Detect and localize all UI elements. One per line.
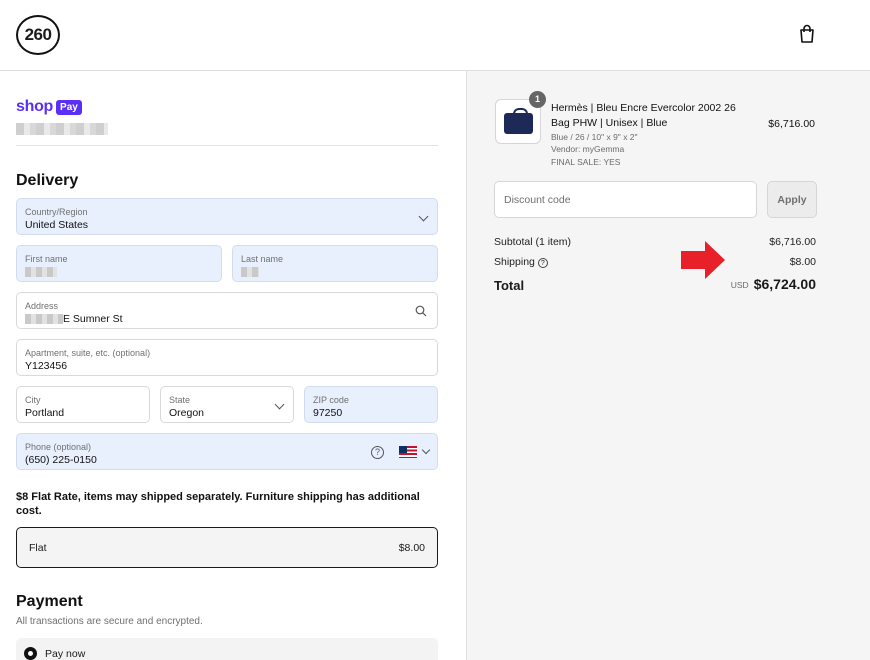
zip-label: ZIP code xyxy=(313,395,349,405)
state-label: State xyxy=(169,395,191,405)
apartment-label: Apartment, suite, etc. (optional) xyxy=(25,348,151,358)
shop-pay-pay-text: Pay xyxy=(56,99,82,115)
total-row: Total USD $6,724.00 xyxy=(494,276,816,295)
last-name-field[interactable]: Last name xyxy=(232,245,438,282)
first-name-value xyxy=(25,266,57,278)
subtotal-value: $6,716.00 xyxy=(769,236,816,248)
shipping-label: Shipping xyxy=(494,256,535,268)
address-field[interactable]: Address E Sumner St xyxy=(16,292,438,329)
payment-heading: Payment xyxy=(16,593,83,610)
payment-option-pay-now[interactable]: Pay now xyxy=(16,638,438,660)
shipping-value: $8.00 xyxy=(789,256,816,268)
currency-code: USD xyxy=(730,280,749,290)
phone-field[interactable]: Phone (optional) (650) 225-0150 ? xyxy=(16,433,438,470)
apartment-field[interactable]: Apartment, suite, etc. (optional) Y12345… xyxy=(16,339,438,376)
chevron-down-icon xyxy=(418,211,429,222)
first-name-label: First name xyxy=(25,254,68,264)
product-name: Hermès | Bleu Encre Evercolor 2002 26 Ba… xyxy=(551,102,736,129)
city-field[interactable]: City Portland xyxy=(16,386,150,423)
payment-subtitle: All transactions are secure and encrypte… xyxy=(16,616,203,627)
city-label: City xyxy=(25,395,41,405)
total-label: Total xyxy=(494,278,525,293)
city-value: Portland xyxy=(25,407,65,419)
header: 260 xyxy=(0,0,870,71)
order-summary: 1 Hermès | Bleu Encre Evercolor 2002 26 … xyxy=(466,71,870,660)
subtotal-row: Subtotal (1 item) $6,716.00 xyxy=(494,236,816,248)
shipping-option-name: Flat xyxy=(29,542,47,554)
help-icon[interactable]: ? xyxy=(371,446,384,459)
product-vendor: Vendor: myGemma xyxy=(551,144,625,154)
subtotal-label: Subtotal (1 item) xyxy=(494,236,572,248)
shipping-note: $8 Flat Rate, items may shipped separate… xyxy=(16,491,420,517)
apartment-value: Y123456 xyxy=(25,360,68,372)
discount-code-input[interactable] xyxy=(495,182,756,217)
chevron-down-icon xyxy=(274,399,285,410)
phone-value: (650) 225-0150 xyxy=(25,454,97,466)
payment-option-label: Pay now xyxy=(45,648,86,660)
red-arrow-icon xyxy=(681,241,725,279)
zip-value: 97250 xyxy=(313,407,343,419)
country-label: Country/Region xyxy=(25,207,88,217)
address-value: E Sumner St xyxy=(25,313,123,325)
shopping-bag-icon[interactable] xyxy=(798,24,816,44)
store-logo[interactable]: 260 xyxy=(16,15,60,55)
us-flag-icon[interactable] xyxy=(399,446,417,458)
quantity-badge: 1 xyxy=(529,91,546,108)
phone-label: Phone (optional) xyxy=(25,442,92,452)
radio-selected-icon[interactable] xyxy=(24,647,37,660)
shop-pay-logo[interactable]: shop Pay xyxy=(16,98,82,116)
shop-pay-shop-text: shop xyxy=(16,98,54,115)
shipping-option-price: $8.00 xyxy=(398,542,425,554)
discount-code-field[interactable] xyxy=(494,181,757,218)
shipping-option-flat[interactable]: Flat $8.00 xyxy=(16,527,438,568)
product-variant: Blue / 26 / 10" x 9" x 2" xyxy=(551,132,638,142)
country-value: United States xyxy=(25,219,89,231)
address-label: Address xyxy=(25,301,59,311)
country-select[interactable]: Country/Region United States xyxy=(16,198,438,235)
zip-field[interactable]: ZIP code 97250 xyxy=(304,386,438,423)
checkout-form: shop Pay Delivery Country/Region United … xyxy=(0,71,466,660)
total-amount: USD $6,724.00 xyxy=(731,276,816,292)
last-name-label: Last name xyxy=(241,254,284,264)
product-final-sale: FINAL SALE: YES xyxy=(551,157,621,167)
apply-button[interactable]: Apply xyxy=(767,181,817,218)
search-icon[interactable] xyxy=(415,305,427,317)
first-name-field[interactable]: First name xyxy=(16,245,222,282)
state-select[interactable]: State Oregon xyxy=(160,386,294,423)
shipping-row: Shipping? $8.00 xyxy=(494,256,816,268)
divider xyxy=(16,145,438,146)
total-value: $6,724.00 xyxy=(753,276,816,292)
handbag-image xyxy=(504,108,533,134)
address-text: E Sumner St xyxy=(63,313,123,325)
state-value: Oregon xyxy=(169,407,205,419)
product-price: $6,716.00 xyxy=(768,118,815,130)
last-name-value xyxy=(241,266,259,278)
redacted-email xyxy=(16,123,108,135)
help-icon[interactable]: ? xyxy=(537,258,548,268)
chevron-down-icon[interactable] xyxy=(421,445,431,455)
delivery-heading: Delivery xyxy=(16,172,79,189)
